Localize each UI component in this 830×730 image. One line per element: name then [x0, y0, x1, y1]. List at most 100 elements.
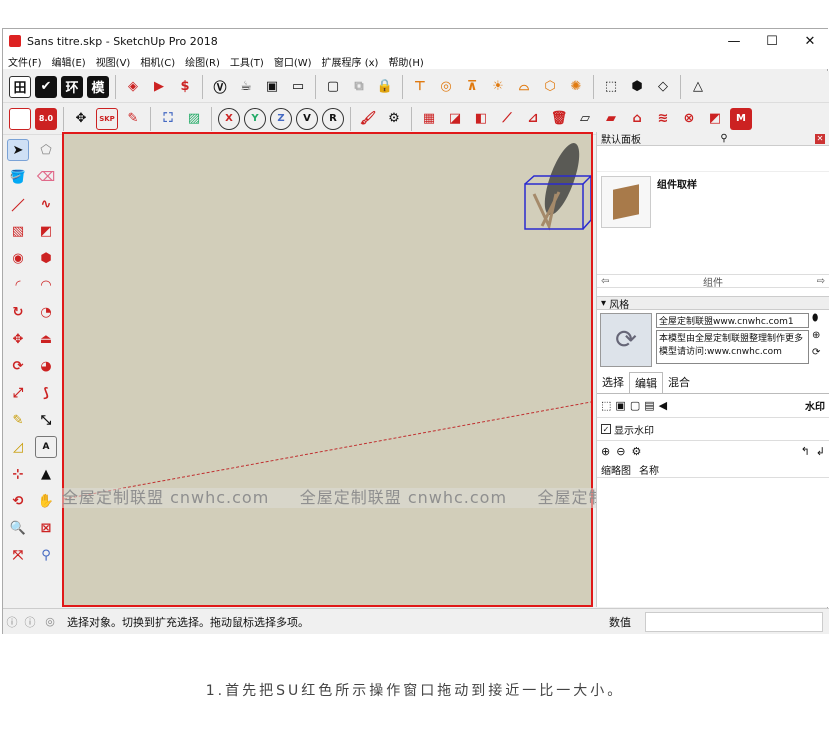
- position-camera-icon[interactable]: ⚲: [35, 544, 57, 566]
- model-button[interactable]: 模: [87, 75, 109, 98]
- rotated-rect-icon[interactable]: ◩: [35, 220, 57, 242]
- pencil-icon[interactable]: ／: [7, 193, 29, 215]
- zoom-extents-icon[interactable]: ⤧: [7, 544, 29, 566]
- protractor-icon[interactable]: ◿: [7, 436, 29, 458]
- tab-mix[interactable]: 混合: [663, 372, 695, 393]
- menu-camera[interactable]: 相机(C): [135, 54, 180, 69]
- pan-icon[interactable]: ✋: [35, 490, 57, 512]
- user-icon[interactable]: ◎: [39, 615, 61, 628]
- gear-icon[interactable]: ⚙: [383, 108, 405, 130]
- shape-icon[interactable]: ⌓: [513, 76, 535, 98]
- select-box-icon[interactable]: ▦: [418, 108, 440, 130]
- component-thumbnail[interactable]: [601, 176, 651, 228]
- modeling-settings-icon[interactable]: ◀: [659, 399, 667, 412]
- followme-icon[interactable]: ◕: [35, 355, 57, 377]
- polygon-icon[interactable]: ⬢: [35, 247, 57, 269]
- lock-icon[interactable]: 🔒: [374, 76, 396, 98]
- chair-icon[interactable]: ⛶: [157, 108, 179, 130]
- axes-icon[interactable]: ⊹: [7, 463, 29, 485]
- watermark-settings-icon[interactable]: ▤: [644, 399, 654, 412]
- trash-icon[interactable]: 🗑: [548, 108, 570, 130]
- grid-toggle-button[interactable]: 田: [9, 75, 31, 98]
- rotate-r-button[interactable]: R: [322, 107, 344, 130]
- create-style-icon[interactable]: ⊕: [812, 330, 826, 341]
- eraser-icon[interactable]: ⌫: [35, 166, 57, 188]
- circle-tool-icon[interactable]: ◉: [7, 247, 29, 269]
- move-tool-icon[interactable]: ✥: [7, 328, 29, 350]
- select-arrow-icon[interactable]: ➤: [7, 139, 29, 161]
- toggle-icon[interactable]: ▭: [287, 76, 309, 98]
- geo-icon[interactable]: ⓘ: [3, 614, 21, 630]
- line-icon[interactable]: ⟋: [496, 108, 518, 130]
- tray-close-button[interactable]: ✕: [814, 133, 825, 144]
- pushpull-icon[interactable]: ⏏: [35, 328, 57, 350]
- scale-icon[interactable]: ⤢: [7, 382, 29, 404]
- magnet-icon[interactable]: ◧: [470, 108, 492, 130]
- edge-settings-icon[interactable]: ⬚: [601, 399, 611, 412]
- minimize-button[interactable]: —: [715, 29, 753, 53]
- show-watermark-checkbox[interactable]: ✓: [601, 424, 611, 434]
- menu-edit[interactable]: 编辑(E): [47, 54, 91, 69]
- skp-export-button[interactable]: SKP: [96, 107, 118, 130]
- move-down-icon[interactable]: ↲: [816, 445, 825, 458]
- tab-select[interactable]: 选择: [597, 372, 629, 393]
- background-settings-icon[interactable]: ▢: [630, 399, 640, 412]
- window-icon[interactable]: ▢: [322, 76, 344, 98]
- validate-icon[interactable]: Ⓥ: [209, 76, 231, 98]
- close-button[interactable]: ✕: [791, 29, 829, 53]
- dimension-icon[interactable]: ⤡: [35, 409, 57, 431]
- stack-icon[interactable]: ≋: [652, 108, 674, 130]
- menu-help[interactable]: 帮助(H): [383, 54, 428, 69]
- value-input[interactable]: [645, 611, 823, 632]
- face-settings-icon[interactable]: ▣: [615, 399, 625, 412]
- drawing-viewport[interactable]: [62, 132, 593, 607]
- paint-bucket-icon[interactable]: 🪣: [7, 166, 29, 188]
- rotate-x-button[interactable]: X: [218, 107, 240, 130]
- rotate-tool-icon[interactable]: ⟳: [7, 355, 29, 377]
- copy-icon[interactable]: ⧉: [348, 76, 370, 98]
- teapot-icon[interactable]: ☕: [235, 76, 257, 98]
- zoom-icon[interactable]: 🔍: [7, 517, 29, 539]
- update-style-icon[interactable]: ⟳: [812, 347, 826, 358]
- tab-edit[interactable]: 编辑: [629, 372, 663, 393]
- brush-icon[interactable]: 🖌: [357, 108, 379, 130]
- arc3-icon[interactable]: ↻: [7, 301, 29, 323]
- menu-tools[interactable]: 工具(T): [225, 54, 269, 69]
- perspective-icon[interactable]: △: [687, 76, 709, 98]
- cube-outline-icon[interactable]: ◇: [652, 76, 674, 98]
- layers-icon[interactable]: ◈: [122, 76, 144, 98]
- circle-icon[interactable]: ◎: [435, 76, 457, 98]
- offset-icon[interactable]: ⟆: [35, 382, 57, 404]
- stool-icon[interactable]: ⊼: [461, 76, 483, 98]
- move-up-icon[interactable]: ↰: [801, 445, 810, 458]
- rotate-z-button[interactable]: Z: [270, 107, 292, 130]
- version-badge[interactable]: 8.0: [35, 107, 57, 130]
- forward-arrow-icon[interactable]: ⇨: [817, 276, 825, 287]
- environment-button[interactable]: 环: [61, 75, 83, 98]
- rectangle-icon[interactable]: ▧: [7, 220, 29, 242]
- orbit-icon[interactable]: ⟲: [7, 490, 29, 512]
- edit-icon[interactable]: ✎: [122, 108, 144, 130]
- pie-icon[interactable]: ◔: [35, 301, 57, 323]
- menu-view[interactable]: 视图(V): [91, 54, 136, 69]
- credits-icon[interactable]: ⓘ: [21, 614, 39, 630]
- menu-extensions[interactable]: 扩展程序 (x): [317, 54, 384, 69]
- zoom-window-icon[interactable]: ⊠: [35, 517, 57, 539]
- sheet-icon[interactable]: ▱: [574, 108, 596, 130]
- sun-icon[interactable]: ☀: [487, 76, 509, 98]
- maximize-button[interactable]: ☐: [753, 29, 791, 53]
- watermark-settings-gear-icon[interactable]: ⚙: [631, 445, 641, 458]
- m-icon[interactable]: M: [730, 107, 752, 130]
- send-icon[interactable]: ▶: [148, 76, 170, 98]
- arc2-icon[interactable]: ◠: [35, 274, 57, 296]
- component-icon[interactable]: ⬠: [35, 139, 57, 161]
- menu-draw[interactable]: 绘图(R): [180, 54, 225, 69]
- style-description-field[interactable]: 本模型由全屋定制联盟整理制作更多模型请访问:www.cnwhc.com: [656, 330, 809, 364]
- light-icon[interactable]: ✺: [565, 76, 587, 98]
- tag-icon[interactable]: ◩: [704, 108, 726, 130]
- cube-icon[interactable]: ⬢: [626, 76, 648, 98]
- menu-window[interactable]: 窗口(W): [269, 54, 317, 69]
- style-thumbnail-icon[interactable]: ⟳: [600, 313, 652, 367]
- box-icon[interactable]: ⬚: [600, 76, 622, 98]
- erase-icon[interactable]: ⊗: [678, 108, 700, 130]
